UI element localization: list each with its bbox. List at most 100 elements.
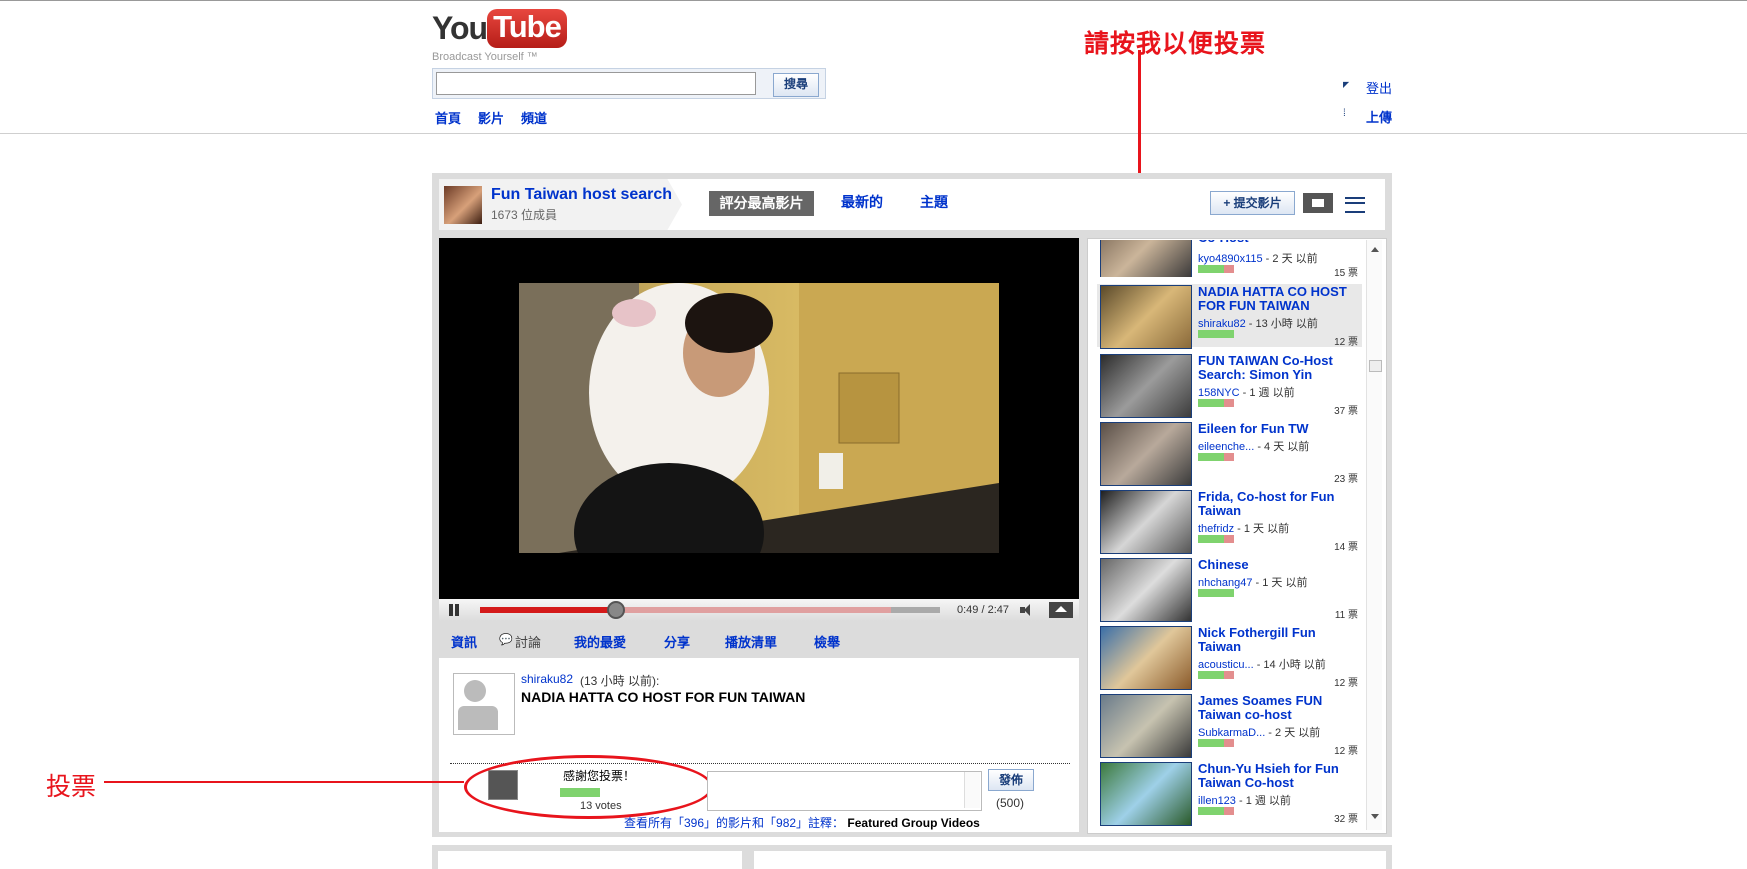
video-thumbnail[interactable]	[1100, 422, 1192, 486]
video-thumbnail[interactable]	[1100, 285, 1192, 349]
tab-share[interactable]: 分享	[664, 632, 690, 651]
nav-videos[interactable]: 影片	[478, 111, 504, 126]
video-thumbnail[interactable]	[1100, 240, 1192, 277]
publish-button[interactable]: 發佈	[988, 769, 1034, 791]
volume-icon[interactable]	[1018, 603, 1040, 617]
sidebar-video-item[interactable]: Co-Host kyo4890x115 - 2 天 以前 15 票	[1100, 240, 1362, 277]
video-frame[interactable]	[519, 283, 999, 553]
video-title[interactable]: FUN TAIWAN Co-Host Search: Simon Yin	[1198, 354, 1362, 382]
view-all-link[interactable]: 查看所有「396」的影片和「982」註釋： Featured Group Vid…	[624, 814, 980, 831]
youtube-logo[interactable]: You Tube	[432, 9, 567, 48]
video-age: - 1 週 以前	[1235, 795, 1291, 807]
video-votes: 23 票	[1334, 474, 1358, 485]
comment-icon: 💬	[499, 634, 513, 646]
video-title[interactable]: Co-Host	[1198, 240, 1362, 245]
scroll-grip-icon[interactable]	[1369, 360, 1382, 372]
video-thumbnail[interactable]	[1100, 694, 1192, 758]
post-username[interactable]: shiraku82	[521, 672, 573, 686]
video-uploader[interactable]: thefridz	[1198, 523, 1234, 535]
group-title[interactable]: Fun Taiwan host search	[491, 186, 672, 204]
video-title[interactable]: Chinese	[1198, 558, 1362, 572]
tab-playlists[interactable]: 播放清單	[725, 632, 777, 651]
submit-video-button[interactable]: + 提交影片	[1210, 191, 1295, 215]
video-meta: kyo4890x115 - 2 天 以前	[1198, 250, 1318, 266]
tab-info[interactable]: 資訊	[451, 632, 477, 651]
post-time: (13 小時 以前):	[580, 674, 660, 688]
view-all-bold: Featured Group Videos	[847, 816, 980, 830]
sidebar-video-item[interactable]: Chun-Yu Hsieh for Fun Taiwan Co-host ille…	[1100, 761, 1362, 826]
top-border	[0, 0, 1747, 1]
scroll-down-icon[interactable]	[1371, 814, 1379, 819]
video-votes: 12 票	[1334, 746, 1358, 757]
nav-home[interactable]: 首頁	[435, 111, 461, 126]
video-rating-bar	[1198, 589, 1234, 597]
tab-flag[interactable]: 檢舉	[814, 632, 840, 651]
video-title[interactable]: Chun-Yu Hsieh for Fun Taiwan Co-host	[1198, 762, 1362, 790]
video-thumbnail[interactable]	[1100, 490, 1192, 554]
video-rating-negative	[1224, 453, 1234, 461]
video-votes: 11 票	[1334, 610, 1358, 621]
poster-avatar[interactable]	[453, 673, 515, 735]
video-meta: shiraku82 - 13 小時 以前	[1198, 315, 1318, 331]
search-button[interactable]: 搜尋	[773, 73, 819, 97]
upload-link[interactable]: 上傳	[1366, 107, 1392, 126]
video-meta: acousticu... - 14 小時 以前	[1198, 656, 1326, 672]
nav-channels[interactable]: 頻道	[521, 111, 547, 126]
group-avatar[interactable]	[444, 186, 482, 224]
video-title[interactable]: James Soames FUN Taiwan co-host	[1198, 694, 1362, 722]
sidebar-video-item[interactable]: Eileen for Fun TW eileenche... - 4 天 以前 23…	[1100, 421, 1362, 486]
tab-top-rated[interactable]: 評分最高影片	[709, 191, 814, 216]
video-rating-negative	[1224, 671, 1234, 679]
video-uploader[interactable]: 158NYC	[1198, 387, 1240, 399]
video-thumbnail[interactable]	[1100, 626, 1192, 690]
video-thumbnail[interactable]	[1100, 354, 1192, 418]
video-uploader[interactable]: eileenche...	[1198, 441, 1254, 453]
signout-link[interactable]: 登出	[1366, 78, 1392, 97]
tab-favorites[interactable]: 我的最愛	[574, 632, 626, 651]
tagline: Broadcast Yourself ™	[432, 51, 538, 63]
fullscreen-icon[interactable]	[1049, 602, 1073, 618]
sidebar-video-item[interactable]: Chinese nhchang47 - 1 天 以前 11 票	[1100, 557, 1362, 622]
video-thumbnail[interactable]	[1100, 558, 1192, 622]
tab-newest[interactable]: 最新的	[841, 192, 883, 212]
video-meta: SubkarmaD... - 2 天 以前	[1198, 724, 1320, 740]
video-rating-bar	[1198, 265, 1234, 273]
video-title[interactable]: Eileen for Fun TW	[1198, 422, 1362, 436]
sidebar-video-item[interactable]: NADIA HATTA CO HOST FOR FUN TAIWAN shirak…	[1097, 284, 1362, 349]
scroll-up-icon[interactable]	[1371, 247, 1379, 252]
video-rating-bar	[1198, 330, 1234, 338]
player-view-icon[interactable]	[1303, 193, 1333, 213]
sidebar-video-item[interactable]: James Soames FUN Taiwan co-host SubkarmaD…	[1100, 693, 1362, 758]
tab-discussion[interactable]: 討論	[515, 632, 541, 651]
search-input[interactable]	[436, 72, 756, 95]
video-uploader[interactable]: nhchang47	[1198, 577, 1252, 589]
video-age: - 2 天 以前	[1265, 727, 1321, 739]
sidebar-video-item[interactable]: Frida, Co-host for Fun Taiwan thefridz - …	[1100, 489, 1362, 554]
video-uploader[interactable]: illen123	[1198, 795, 1236, 807]
sidebar-video-item[interactable]: Nick Fothergill Fun Taiwan acousticu... -…	[1100, 625, 1362, 690]
video-title[interactable]: Nick Fothergill Fun Taiwan	[1198, 626, 1362, 654]
pause-icon[interactable]	[447, 603, 461, 617]
logo-tube-text: Tube	[487, 9, 567, 48]
video-votes: 15 票	[1334, 268, 1358, 277]
list-view-icon[interactable]	[1345, 197, 1365, 213]
video-uploader[interactable]: SubkarmaD...	[1198, 727, 1265, 739]
view-all-text[interactable]: 查看所有「396」的影片和「982」註釋：	[624, 816, 844, 830]
sidebar-video-item[interactable]: FUN TAIWAN Co-Host Search: Simon Yin 158N…	[1100, 353, 1362, 418]
group-members: 1673 位成員	[491, 208, 558, 222]
sidebar-scrollbar[interactable]	[1366, 240, 1382, 830]
lower-panel-left	[432, 845, 754, 869]
video-uploader[interactable]: shiraku82	[1198, 318, 1246, 330]
video-age: - 14 小時 以前	[1253, 659, 1326, 671]
comment-scrollbar[interactable]	[964, 772, 980, 808]
video-title[interactable]: NADIA HATTA CO HOST FOR FUN TAIWAN	[1198, 285, 1362, 313]
video-uploader[interactable]: acousticu...	[1198, 659, 1254, 671]
video-uploader[interactable]: kyo4890x115	[1198, 253, 1263, 265]
video-votes: 37 票	[1334, 406, 1358, 417]
video-thumbnail[interactable]	[1100, 762, 1192, 826]
progress-scrubber[interactable]	[607, 601, 625, 619]
video-title[interactable]: Frida, Co-host for Fun Taiwan	[1198, 490, 1362, 518]
video-votes: 12 票	[1334, 337, 1358, 348]
tab-topics[interactable]: 主題	[920, 192, 948, 212]
comment-textarea[interactable]	[707, 771, 982, 811]
